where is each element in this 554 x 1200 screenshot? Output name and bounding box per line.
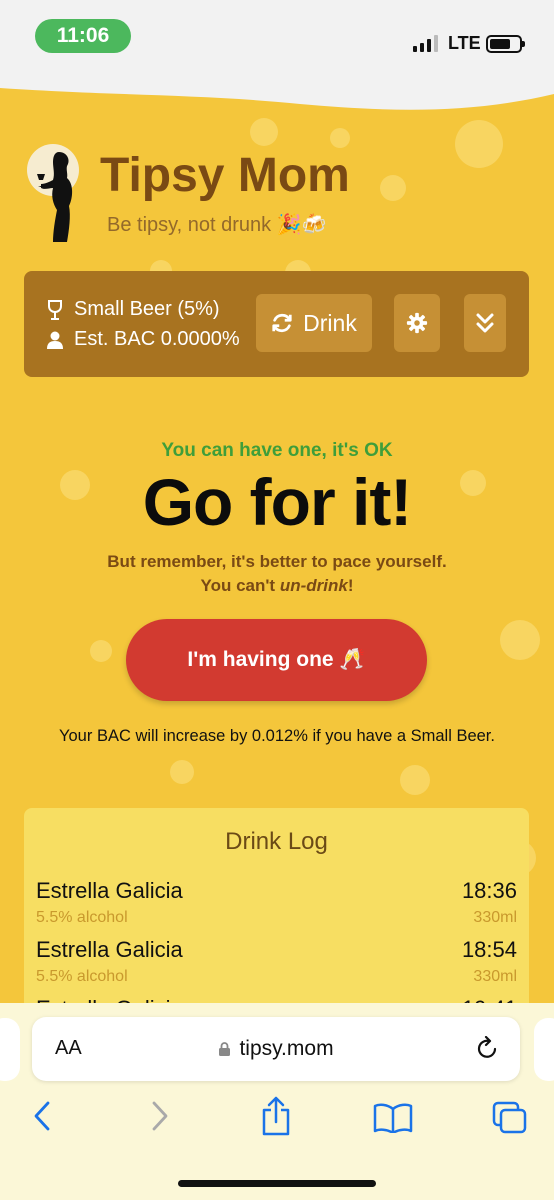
url-display[interactable]: tipsy.mom — [32, 1037, 520, 1061]
drink-time: 18:54 — [461, 937, 517, 962]
selected-drink-label: Small Beer (5%) — [74, 298, 220, 320]
drink-volume: 330ml — [473, 909, 517, 926]
bac-label: Est. BAC 0.0000% — [74, 328, 240, 350]
url-text: tipsy.mom — [239, 1037, 334, 1060]
list-item[interactable]: Estrella Galicia 18:36 5.5% alcohol 330m… — [36, 878, 517, 930]
browser-toolbar: AA tipsy.mom — [0, 1003, 554, 1200]
list-item[interactable]: Estrella Galicia 18:54 5.5% alcohol 330m… — [36, 937, 517, 989]
bubble — [380, 175, 406, 201]
wave-divider — [0, 76, 554, 110]
having-one-button[interactable]: I'm having one 🥂 — [126, 619, 427, 701]
drink-alcohol: 5.5% alcohol — [36, 968, 128, 985]
forward-icon[interactable] — [148, 1100, 172, 1132]
drink-log-title: Drink Log — [225, 828, 328, 855]
gear-icon — [406, 312, 428, 334]
share-icon[interactable] — [260, 1096, 292, 1136]
signal-icon — [413, 34, 438, 52]
refresh-icon — [272, 313, 292, 333]
pace-reminder: But remember, it's better to pace yourse… — [0, 550, 554, 598]
reload-icon[interactable] — [476, 1036, 500, 1062]
bubble — [330, 128, 350, 148]
drink-control-panel: Small Beer (5%) Est. BAC 0.0000% Drink — [24, 271, 529, 377]
site-title: Tipsy Mom — [100, 149, 350, 202]
home-indicator — [178, 1180, 376, 1187]
back-icon[interactable] — [30, 1100, 54, 1132]
book-icon[interactable] — [373, 1103, 413, 1133]
previous-tab-preview[interactable] — [0, 1018, 20, 1081]
wine-glass-icon — [46, 299, 64, 320]
bubble — [250, 118, 278, 146]
bubble — [170, 760, 194, 784]
network-label: LTE — [448, 33, 481, 53]
status-time: 11:06 — [35, 19, 131, 53]
settings-button[interactable] — [394, 294, 440, 352]
drink-button[interactable]: Drink — [256, 294, 372, 352]
address-bar[interactable]: AA tipsy.mom — [32, 1017, 520, 1081]
pace-reminder-line2: You can't un-drink! — [200, 576, 354, 595]
selected-drink: Small Beer (5%) — [46, 298, 220, 321]
drink-name: Estrella Galicia — [36, 937, 183, 962]
double-chevron-down-icon — [476, 313, 494, 333]
estimated-bac: Est. BAC 0.0000% — [46, 328, 240, 351]
bubble — [90, 640, 112, 662]
drink-volume: 330ml — [473, 968, 517, 985]
drink-button-label: Drink — [303, 309, 357, 336]
expand-button[interactable] — [464, 294, 506, 352]
bac-increase-note: Your BAC will increase by 0.012% if you … — [59, 727, 495, 745]
status-bar: 11:06 LTE — [0, 0, 554, 76]
mom-silhouette-logo — [27, 144, 79, 242]
lock-icon — [219, 1042, 231, 1056]
user-icon — [46, 331, 64, 349]
verdict-headline: Go for it! — [142, 465, 413, 539]
drink-name: Estrella Galicia — [36, 878, 183, 903]
tagline: Be tipsy, not drunk 🎉🍻 — [107, 214, 327, 236]
battery-icon — [486, 35, 525, 53]
drink-time: 18:36 — [461, 878, 517, 903]
bubble — [400, 765, 430, 795]
next-tab-preview[interactable] — [534, 1018, 554, 1081]
drink-alcohol: 5.5% alcohol — [36, 909, 128, 926]
pace-reminder-line1: But remember, it's better to pace yourse… — [107, 552, 447, 571]
ok-message: You can have one, it's OK — [161, 440, 393, 461]
bubble — [500, 620, 540, 660]
bubble — [455, 120, 503, 168]
tabs-icon[interactable] — [492, 1101, 528, 1135]
